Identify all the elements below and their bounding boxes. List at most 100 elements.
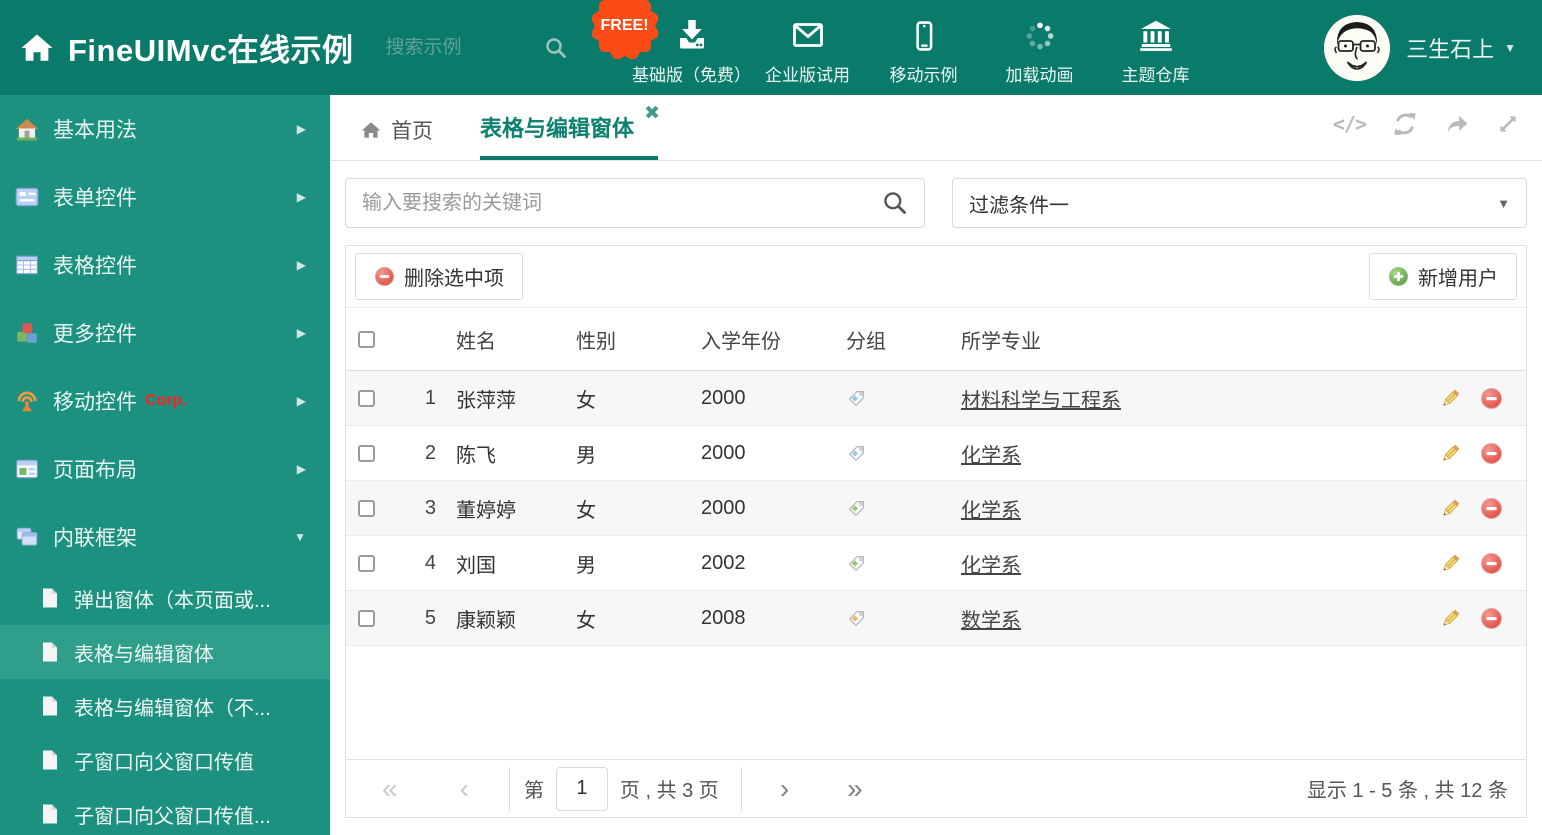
search-icon[interactable] <box>544 36 568 60</box>
row-number: 2 <box>424 441 436 464</box>
sidebar-item-grid-controls[interactable]: 表格控件 ▶ <box>0 231 330 299</box>
major-link[interactable]: 数学系 <box>961 610 1021 632</box>
edit-pencil-icon[interactable] <box>1439 607 1462 630</box>
edit-pencil-icon[interactable] <box>1439 497 1462 520</box>
major-link[interactable]: 化学系 <box>961 555 1021 577</box>
sidebar-subitem[interactable]: 子窗口向父窗口传值... <box>0 787 330 835</box>
major-link[interactable]: 化学系 <box>961 445 1021 467</box>
tab-strip: 首页 表格与编辑窗体 ✖ </> <box>330 95 1542 161</box>
sidebar: 基本用法 ▶ 表单控件 ▶ 表格控件 ▶ 更多控件 ▶ 移动控件 Corp. ▶… <box>0 95 330 835</box>
divider <box>740 766 742 811</box>
cell-year: 2000 <box>701 386 746 409</box>
nav-basic-version[interactable]: FREE! 基础版（免费） <box>598 0 751 86</box>
major-link[interactable]: 化学系 <box>961 500 1021 522</box>
free-badge: FREE! <box>594 0 656 57</box>
cubes-icon <box>14 320 40 346</box>
cell-year: 2008 <box>701 606 746 629</box>
cell-name: 董婷婷 <box>456 499 516 522</box>
cell-gender: 男 <box>576 554 596 577</box>
cell-name: 张萍萍 <box>456 389 516 412</box>
chevron-right-icon: ▶ <box>296 326 306 340</box>
page-prefix-label: 第 <box>523 780 544 802</box>
app-logo[interactable]: FineUIMvc在线示例 <box>20 25 354 70</box>
filter-row: 过滤条件一 ▼ <box>345 178 1527 228</box>
edit-pencil-icon[interactable] <box>1439 552 1462 575</box>
col-header-major[interactable]: 所学专业 <box>951 325 1416 354</box>
row-number: 3 <box>424 496 436 519</box>
tab-close-icon[interactable]: ✖ <box>644 102 660 125</box>
corp-badge: Corp. <box>145 392 187 409</box>
delete-row-icon[interactable] <box>1480 552 1503 575</box>
first-page-button[interactable]: « <box>382 774 398 803</box>
sidebar-item-iframe[interactable]: 内联框架 ▼ <box>0 503 330 571</box>
row-checkbox[interactable] <box>358 389 375 407</box>
sidebar-item-more-controls[interactable]: 更多控件 ▶ <box>0 299 330 367</box>
nav-mobile-demo[interactable]: 移动示例 <box>868 9 980 86</box>
prev-page-button[interactable]: ‹ <box>460 774 469 803</box>
last-page-button[interactable]: » <box>847 774 863 803</box>
nav-theme-repo[interactable]: 主题仓库 <box>1100 9 1212 86</box>
tab-home[interactable]: 首页 <box>360 115 433 145</box>
row-checkbox[interactable] <box>358 554 375 572</box>
next-page-button[interactable]: › <box>780 774 789 803</box>
app-header: FineUIMvc在线示例 FREE! 基础版（免费） <box>0 0 1542 95</box>
source-code-icon[interactable]: </> <box>1333 112 1367 136</box>
select-all-checkbox[interactable] <box>358 330 375 348</box>
table-body: 1 张萍萍 女 2000 材料科学与工程系 2 陈飞 男 2000 化学系 3 … <box>346 371 1526 646</box>
maximize-icon[interactable] <box>1496 112 1520 136</box>
cell-year: 2002 <box>701 551 746 574</box>
tag-icon <box>836 553 951 574</box>
cell-year: 2000 <box>701 441 746 464</box>
nav-loading-animation[interactable]: 加载动画 <box>984 9 1096 86</box>
delete-row-icon[interactable] <box>1480 607 1503 630</box>
filter-dropdown[interactable]: 过滤条件一 ▼ <box>952 178 1527 228</box>
search-icon[interactable] <box>882 190 908 216</box>
user-menu[interactable]: 三生石上 ▼ <box>1324 14 1516 81</box>
sidebar-subitem[interactable]: 表格与编辑窗体 <box>0 625 330 679</box>
refresh-icon[interactable] <box>1392 111 1418 137</box>
sidebar-item-page-layout[interactable]: 页面布局 ▶ <box>0 435 330 503</box>
chevron-right-icon: ▶ <box>296 258 306 272</box>
tag-icon <box>836 388 951 409</box>
sidebar-item-form-controls[interactable]: 表单控件 ▶ <box>0 163 330 231</box>
main-content: 首页 表格与编辑窗体 ✖ </> 输入要搜索的关键词 过滤条件一 ▼ 删除选中项… <box>330 95 1542 835</box>
delete-row-icon[interactable] <box>1480 387 1503 410</box>
cell-year: 2000 <box>701 496 746 519</box>
edit-pencil-icon[interactable] <box>1439 442 1462 465</box>
nav-enterprise-trial[interactable]: 企业版试用 <box>752 9 864 86</box>
sidebar-subitem[interactable]: 弹出窗体（本页面或... <box>0 571 330 625</box>
chevron-down-icon: ▼ <box>294 530 306 544</box>
plus-circle-icon <box>1388 266 1409 287</box>
delete-selected-button[interactable]: 删除选中项 <box>355 253 523 300</box>
antenna-icon <box>14 388 40 414</box>
col-header-year[interactable]: 入学年份 <box>691 325 836 354</box>
tag-icon <box>836 443 951 464</box>
col-header-gender[interactable]: 性别 <box>566 325 691 354</box>
row-checkbox[interactable] <box>358 444 375 462</box>
row-checkbox[interactable] <box>358 609 375 627</box>
page-number-input[interactable] <box>555 766 608 811</box>
major-link[interactable]: 材料科学与工程系 <box>961 390 1121 412</box>
delete-row-icon[interactable] <box>1480 442 1503 465</box>
row-checkbox[interactable] <box>358 499 375 517</box>
open-new-window-icon[interactable] <box>1444 111 1470 137</box>
tab-active-grid-edit-window[interactable]: 表格与编辑窗体 ✖ <box>480 103 660 143</box>
table-icon <box>14 252 40 278</box>
edit-pencil-icon[interactable] <box>1439 387 1462 410</box>
add-user-button[interactable]: 新增用户 <box>1369 253 1517 300</box>
keyword-search-input[interactable] <box>346 191 882 215</box>
active-tab-underline <box>480 156 658 160</box>
cell-gender: 女 <box>576 609 596 632</box>
col-header-name[interactable]: 姓名 <box>446 325 566 354</box>
grid-toolbar: 删除选中项 新增用户 <box>346 246 1526 308</box>
sidebar-item-basic-usage[interactable]: 基本用法 ▶ <box>0 95 330 163</box>
user-name: 三生石上 <box>1406 36 1495 62</box>
pagination-bar: « ‹ 第 页 , 共 3 页 › » 显示 1 - 5 条 , 共 12 条 <box>346 759 1526 817</box>
sidebar-subitem[interactable]: 子窗口向父窗口传值 <box>0 733 330 787</box>
header-search-input[interactable] <box>385 36 526 59</box>
delete-row-icon[interactable] <box>1480 497 1503 520</box>
record-summary: 显示 1 - 5 条 , 共 12 条 <box>1306 780 1508 802</box>
col-header-group[interactable]: 分组 <box>836 325 951 354</box>
sidebar-item-mobile-controls[interactable]: 移动控件 Corp. ▶ <box>0 367 330 435</box>
sidebar-subitem[interactable]: 表格与编辑窗体（不... <box>0 679 330 733</box>
